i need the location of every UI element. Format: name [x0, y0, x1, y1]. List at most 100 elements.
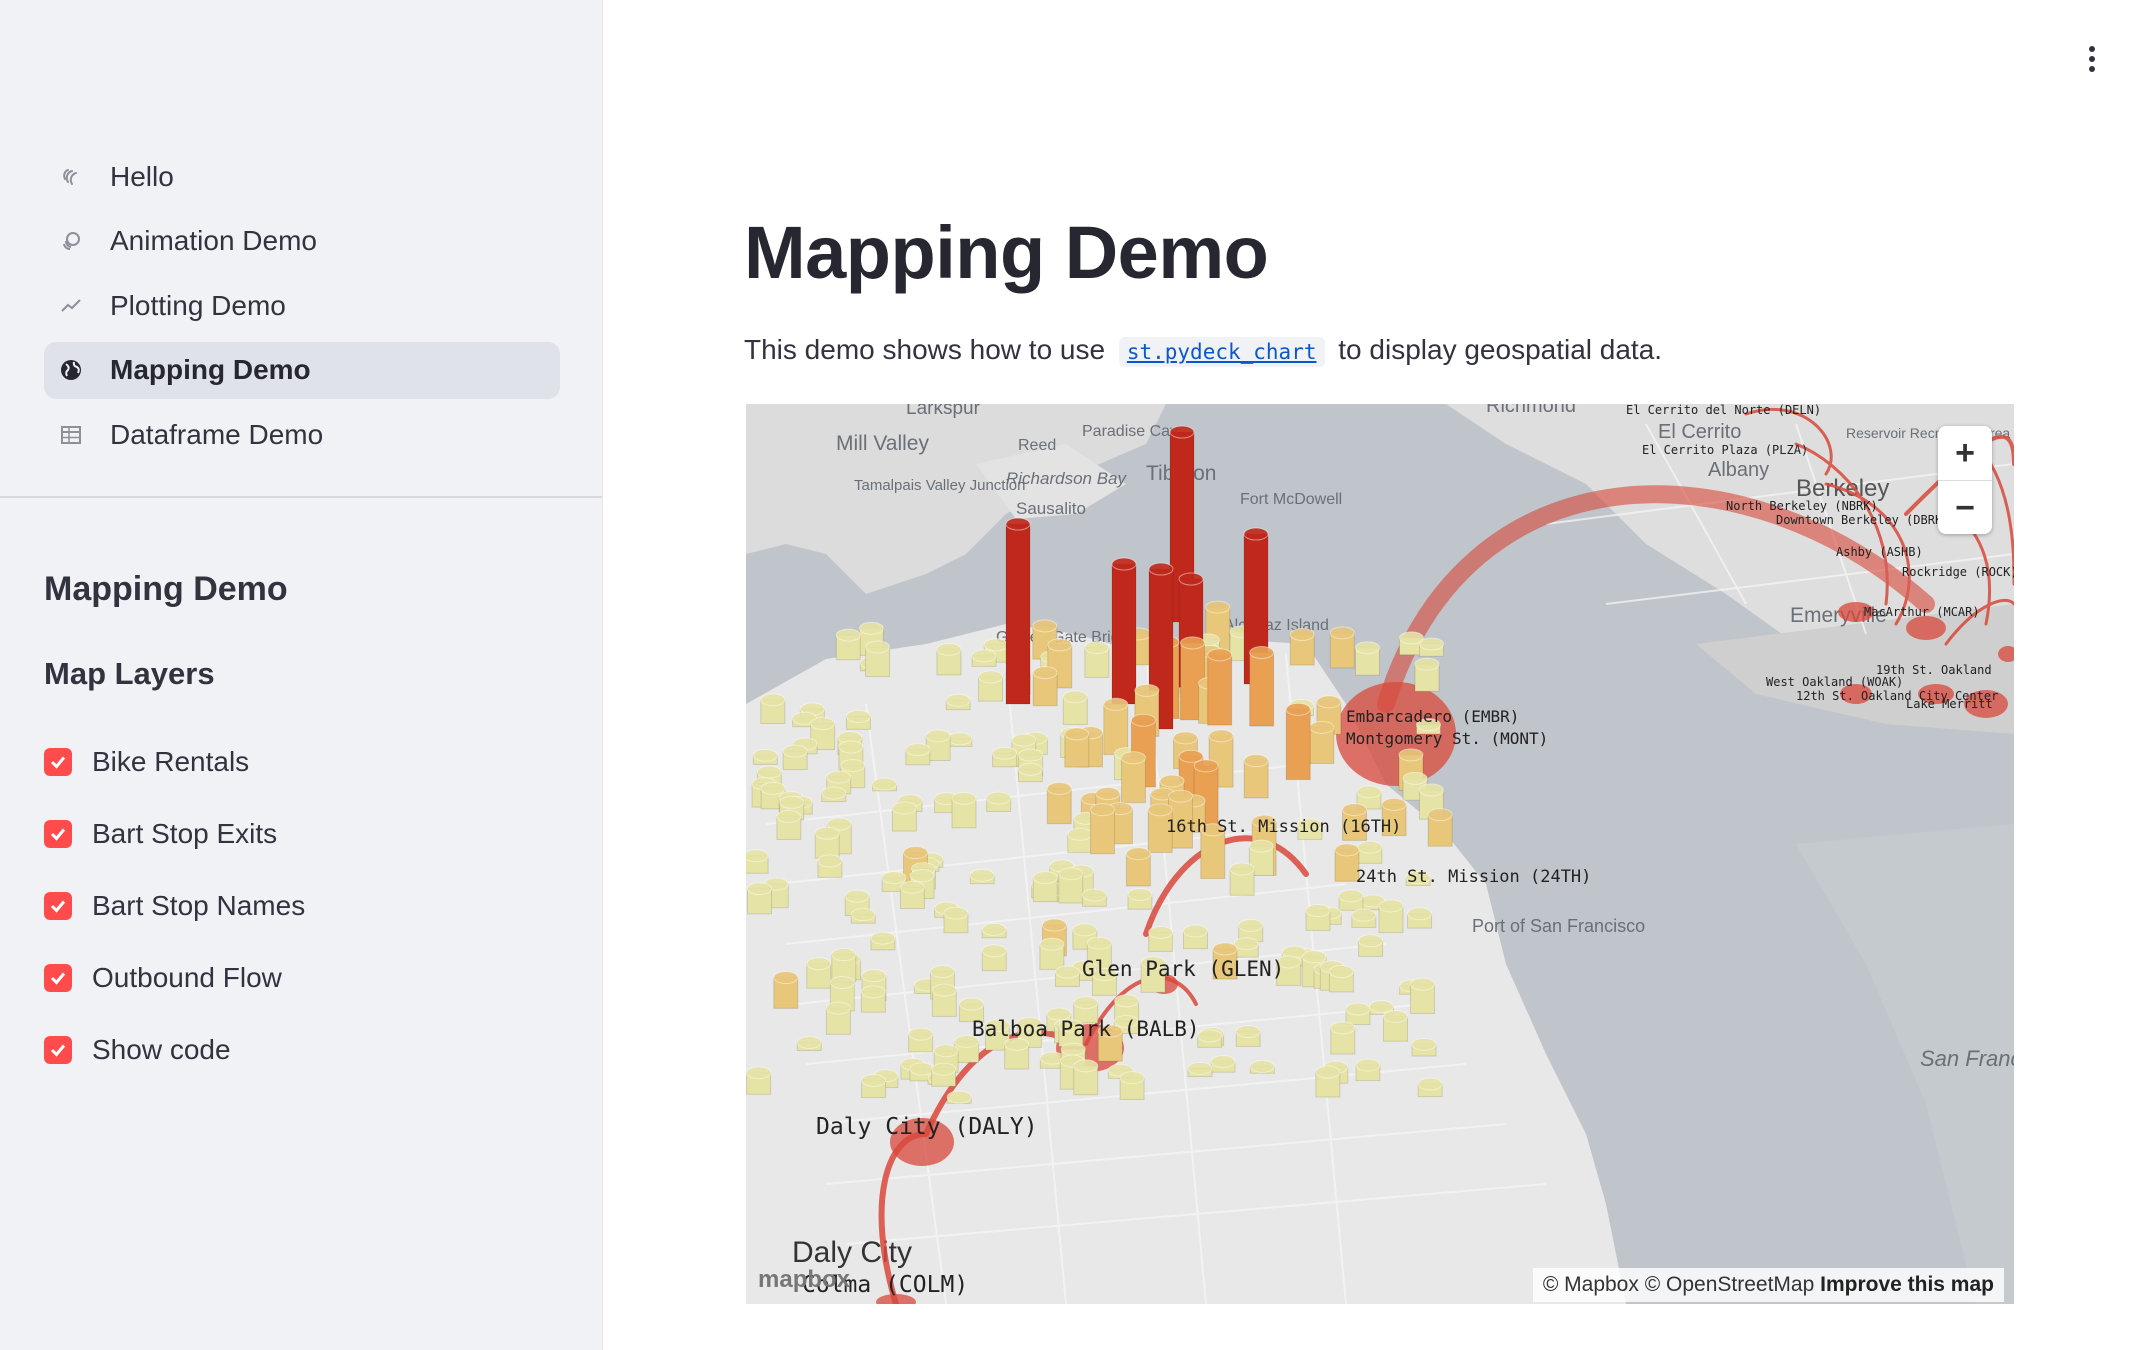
bike-hex-top — [826, 770, 852, 784]
bike-hex-top — [1172, 731, 1198, 745]
stop-label-glen: Glen Park (GLEN) — [1082, 957, 1284, 981]
bike-hex-top — [1342, 803, 1368, 817]
bike-hex-top — [1125, 847, 1151, 861]
stop-label-mcar: MacArthur (MCAR) — [1864, 605, 1980, 619]
checkbox-bike-rentals[interactable]: Bike Rentals — [44, 726, 305, 798]
mapbox-logo[interactable]: mapbox — [758, 1266, 850, 1294]
bike-hex-top — [1351, 908, 1377, 922]
bike-hex-top — [1114, 994, 1140, 1008]
map-canvas[interactable]: Larkspur Mill Valley Reed Paradise Cay T… — [746, 404, 2014, 1304]
checkbox-label: Show code — [92, 1034, 231, 1065]
bike-hex-top — [959, 997, 985, 1011]
bike-hex-column — [1120, 757, 1146, 804]
more-menu-icon[interactable] — [2080, 46, 2104, 78]
bike-hex-top — [1058, 867, 1084, 881]
desc-text-after: to display geospatial data. — [1338, 334, 1663, 365]
nav-item-hello[interactable]: Hello — [44, 148, 560, 205]
zoom-out-button[interactable]: − — [1938, 481, 1992, 535]
bike-hex-top — [945, 693, 971, 707]
bike-hex-top — [1410, 977, 1436, 991]
bike-hex-top — [881, 871, 907, 885]
sidebar-title: Mapping Demo — [44, 570, 288, 608]
stop-label-embr: Embarcadero (EMBR) — [1346, 707, 1519, 726]
bike-hex-top — [992, 746, 1018, 760]
stop-label-nbrk: North Berkeley (NBRK) — [1726, 499, 1878, 513]
nav-item-mapping-demo[interactable]: Mapping Demo — [44, 341, 560, 399]
bike-hex-top — [1398, 748, 1424, 762]
check-icon — [44, 1036, 72, 1064]
bike-hex-column — [1111, 563, 1137, 705]
bike-hex-column — [1285, 708, 1311, 781]
bike-hex-top — [1084, 641, 1110, 655]
bike-hex-top — [899, 880, 925, 894]
map-view[interactable]: Larkspur Mill Valley Reed Paradise Cay T… — [746, 404, 2014, 1304]
bike-hex-top — [817, 854, 843, 868]
zoom-in-button[interactable]: + — [1938, 426, 1992, 481]
desc-text-before: This demo shows how to use — [744, 334, 1106, 365]
bike-hex-top — [865, 640, 891, 654]
bike-hex-top — [1356, 785, 1382, 799]
bike-hex-top — [1289, 627, 1315, 641]
bike-hex-top — [1178, 572, 1204, 586]
stop-label-woak: West Oakland (WOAK) — [1766, 675, 1903, 689]
check-icon — [44, 820, 72, 848]
bike-hex-top — [782, 744, 808, 758]
stop-label-ashb: Ashby (ASHB) — [1836, 545, 1923, 559]
bike-hex-column — [1103, 703, 1129, 756]
bike-hex-top — [1147, 803, 1173, 817]
code-link[interactable]: st.pydeck_chart — [1118, 337, 1325, 367]
bike-hex-top — [776, 809, 802, 823]
bike-hex-top — [1418, 783, 1444, 797]
bike-hex-top — [947, 732, 973, 746]
checkbox-outbound-flow[interactable]: Outbound Flow — [44, 942, 305, 1014]
bike-hex-top — [1119, 1071, 1145, 1085]
bike-hex-top — [1229, 862, 1255, 876]
place-label-sf-bay: San Francisco Bay — [1920, 1046, 2014, 1071]
nav-item-animation-demo[interactable]: Animation Demo — [44, 213, 560, 270]
bike-hex-top — [909, 1062, 935, 1076]
bike-hex-column — [1200, 829, 1226, 879]
bike-hex-top — [981, 944, 1007, 958]
bike-hex-top — [1046, 781, 1072, 795]
nav-item-plotting-demo[interactable]: Plotting Demo — [44, 277, 560, 334]
improve-map-link[interactable]: Improve this map — [1820, 1273, 1994, 1296]
place-label-daly-city: Daly City — [792, 1236, 912, 1269]
bike-hex-top — [1127, 887, 1153, 901]
bike-hex-top — [840, 759, 866, 773]
bike-hex-top — [1243, 754, 1269, 768]
sidebar-divider — [0, 496, 602, 498]
bike-hex-top — [1086, 936, 1112, 950]
bike-hex-top — [1208, 729, 1234, 743]
bike-hex-top — [946, 1090, 972, 1104]
place-label-fort-mcdowell: Fort McDowell — [1240, 491, 1342, 508]
stop-label-plza: El Cerrito Plaza (PLZA) — [1642, 443, 1808, 457]
wave-icon — [58, 164, 84, 190]
bike-hex-top — [951, 791, 977, 805]
bike-hex-top — [1207, 648, 1233, 662]
bike-hex-top — [1354, 641, 1380, 655]
bike-hex-top — [1039, 937, 1065, 951]
bike-hex-top — [1334, 843, 1360, 857]
stop-label-balb: Balboa Park (BALB) — [972, 1017, 1200, 1041]
bike-hex-top — [1047, 638, 1073, 652]
bike-hex-top — [1427, 808, 1453, 822]
nav-item-dataframe-demo[interactable]: Dataframe Demo — [44, 406, 560, 463]
stop-label-19th: 19th St. Oakland — [1876, 663, 1992, 677]
stop-label-lake: Lake Merritt — [1906, 697, 1993, 711]
bike-hex-top — [1073, 1059, 1099, 1073]
bike-hex-top — [825, 1001, 851, 1015]
place-label-richmond: Richmond — [1486, 404, 1576, 417]
stop-label-dbrk: Downtown Berkeley (DBRK) — [1776, 513, 1949, 527]
chart-line-icon — [58, 293, 84, 319]
checkbox-bart-stop-names[interactable]: Bart Stop Names — [44, 870, 305, 942]
bike-hex-top — [806, 957, 832, 971]
place-label-richardson-bay: Richardson Bay — [1006, 469, 1128, 488]
bike-hex-top — [930, 965, 956, 979]
bike-hex-top — [756, 765, 782, 779]
checkbox-bart-stop-exits[interactable]: Bart Stop Exits — [44, 798, 305, 870]
check-icon — [44, 892, 72, 920]
place-label-albany: Albany — [1708, 459, 1769, 481]
checkbox-show-code[interactable]: Show code — [44, 1014, 305, 1086]
bike-hex-top — [1180, 636, 1206, 650]
bike-hex-top — [845, 709, 871, 723]
